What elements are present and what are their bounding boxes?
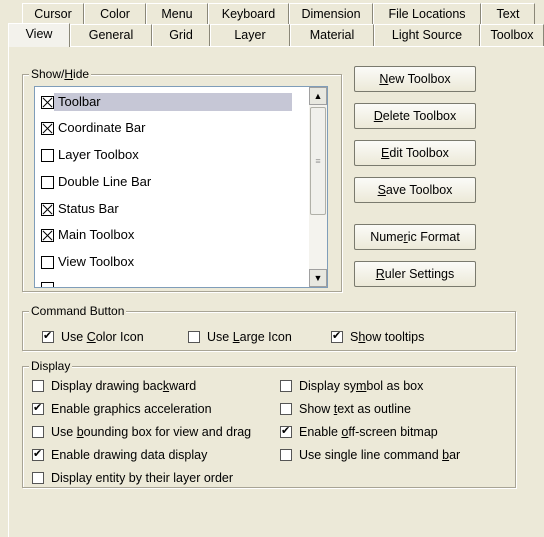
graphics-acceleration-checkbox[interactable]: Enable graphics acceleration [32,401,212,416]
tab-keyboard[interactable]: Keyboard [208,3,289,25]
checkbox-empty-icon[interactable] [32,472,44,484]
list-item-label: Status Bar [58,201,119,216]
scroll-down-icon[interactable]: ▼ [309,269,327,287]
bounding-box-checkbox[interactable]: Use bounding box for view and drag [32,425,251,439]
checkbox-checked-icon[interactable] [32,447,44,461]
list-item[interactable]: Coordinate Bar [41,119,292,137]
list-item[interactable]: Double Line Bar [41,173,292,191]
scroll-thumb[interactable]: ≡ [310,107,326,215]
checkbox-checked-icon[interactable] [32,401,44,415]
checkbox-empty-icon[interactable] [280,449,292,461]
checkbox-checked-icon[interactable] [331,329,343,343]
tab-menu[interactable]: Menu [146,3,208,25]
checkbox-empty-icon[interactable] [188,331,200,343]
check-x-icon[interactable] [41,121,54,135]
symbol-as-box-checkbox[interactable]: Display symbol as box [280,379,423,393]
checkbox-empty-icon[interactable] [280,380,292,392]
new-toolbox-button[interactable]: New Toolbox [354,66,476,92]
bounding-box-label: Use bounding box for view and drag [51,425,252,439]
checkbox-empty-icon[interactable] [32,380,44,392]
text-as-outline-label: Show text as outline [299,402,411,416]
numeric-format-button[interactable]: Numeric Format [354,224,476,250]
save-toolbox-button[interactable]: Save Toolbox [354,177,476,203]
checkbox-empty-icon[interactable] [280,403,292,415]
tab-general[interactable]: General [70,24,152,46]
checkbox-checked-icon[interactable] [280,424,292,438]
show-hide-title: Show/Hide [29,67,92,81]
list-item-label: View Toolbox [58,254,135,269]
tab-cursor[interactable]: Cursor [22,3,84,25]
vertical-scrollbar[interactable]: ▲ ≡ ▼ [309,87,327,287]
display-title: Display [29,359,73,373]
list-item-label: Layer Toolbox [58,147,139,162]
check-x-icon[interactable] [41,95,54,109]
symbol-as-box-label: Display symbol as box [299,379,424,393]
check-empty-icon[interactable] [41,281,54,287]
tab-color[interactable]: Color [84,3,146,25]
list-item[interactable]: Main Toolbox [41,226,292,244]
tab-file-locations[interactable]: File Locations [373,3,481,25]
list-item-label: Coordinate Bar [58,120,146,135]
checkbox-empty-icon[interactable] [32,426,44,438]
tab-text[interactable]: Text [481,3,535,25]
single-line-command-bar-checkbox[interactable]: Use single line command bar [280,448,460,462]
drawing-data-display-checkbox[interactable]: Enable drawing data display [32,447,208,462]
command-button-title: Command Button [29,304,127,318]
off-screen-bitmap-label: Enable off-screen bitmap [299,425,438,439]
layer-order-label: Display entity by their layer order [51,471,234,485]
check-empty-icon[interactable] [41,175,54,189]
list-item[interactable]: Status Bar [41,200,292,218]
edit-toolbox-button[interactable]: Edit Toolbox [354,140,476,166]
show-tooltips-checkbox[interactable]: Show tooltips [331,329,425,344]
list-item-label: Double Line Bar [58,174,152,189]
tab-material[interactable]: Material [290,24,374,46]
toolbar-listbox[interactable]: Toolbar Coordinate Bar Layer Toolbox Dou… [34,86,328,288]
list-item-label: Main Toolbox [58,227,135,242]
list-item[interactable]: Layer Toolbox [41,146,292,164]
tab-view[interactable]: View [8,23,70,47]
list-item-partial[interactable] [41,279,54,287]
single-line-command-bar-label: Use single line command bar [299,448,461,462]
tab-toolbox[interactable]: Toolbox [480,24,544,46]
tab-layer[interactable]: Layer [210,24,290,46]
check-x-icon[interactable] [41,202,54,216]
tab-light-source[interactable]: Light Source [374,24,480,46]
check-empty-icon[interactable] [41,148,54,162]
graphics-acceleration-label: Enable graphics acceleration [51,402,212,416]
tab-grid[interactable]: Grid [152,24,210,46]
display-backward-label: Display drawing backward [51,379,197,393]
check-empty-icon[interactable] [41,255,54,269]
tab-dimension[interactable]: Dimension [289,3,373,25]
list-item-label: Toolbar [54,93,292,111]
off-screen-bitmap-checkbox[interactable]: Enable off-screen bitmap [280,424,438,439]
show-tooltips-label: Show tooltips [350,330,425,344]
use-color-icon-checkbox[interactable]: Use Color Icon [42,329,144,344]
checkbox-checked-icon[interactable] [42,329,54,343]
check-x-icon[interactable] [41,228,54,242]
layer-order-checkbox[interactable]: Display entity by their layer order [32,471,233,485]
drawing-data-display-label: Enable drawing data display [51,448,208,462]
scroll-up-icon[interactable]: ▲ [309,87,327,105]
use-color-icon-label: Use Color Icon [61,330,144,344]
use-large-icon-checkbox[interactable]: Use Large Icon [188,330,292,344]
text-as-outline-checkbox[interactable]: Show text as outline [280,402,411,416]
delete-toolbox-button[interactable]: Delete Toolbox [354,103,476,129]
ruler-settings-button[interactable]: Ruler Settings [354,261,476,287]
list-item[interactable]: View Toolbox [41,253,292,271]
use-large-icon-label: Use Large Icon [207,330,292,344]
list-item[interactable]: Toolbar [41,93,292,111]
display-backward-checkbox[interactable]: Display drawing backward [32,379,196,393]
